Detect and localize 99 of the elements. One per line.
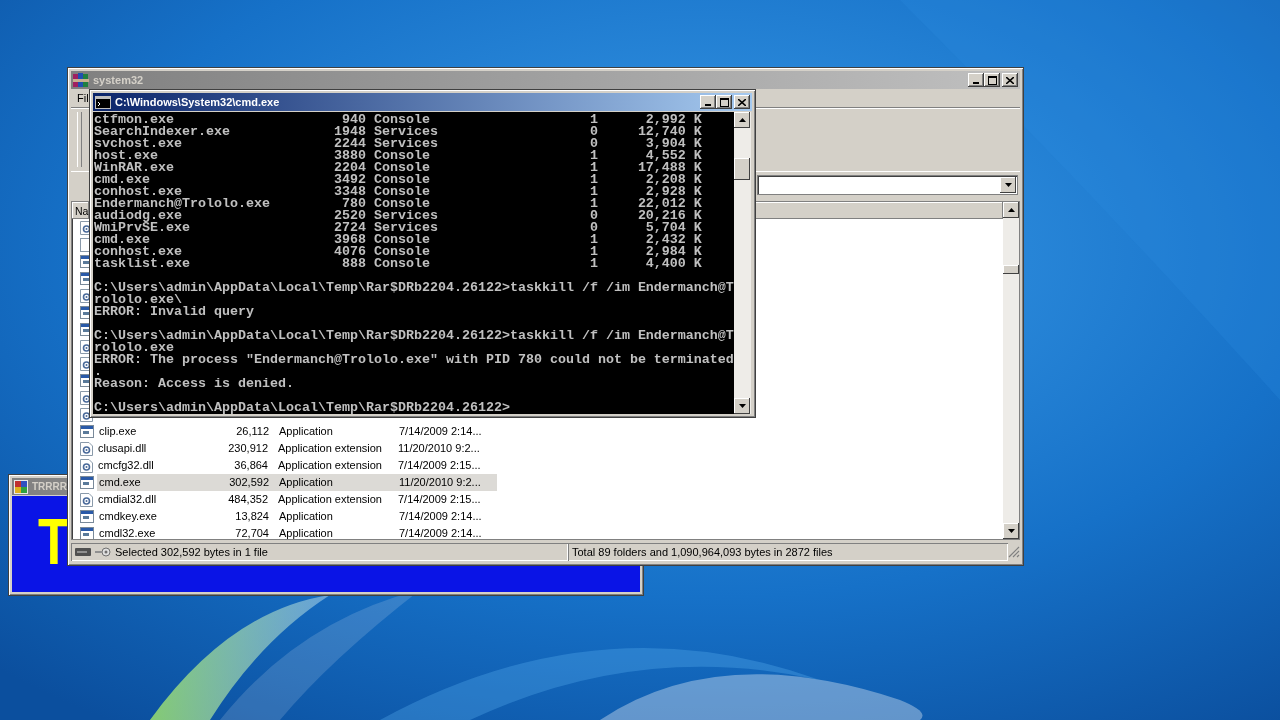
window-title: system32 [93,74,144,86]
file-row[interactable]: cmdial32.dll 484,352 Application extension 7/14/2009 2:15... [96,491,496,508]
scroll-down-button[interactable] [734,398,750,414]
file-type: Application [278,527,334,539]
dropdown-button[interactable] [1000,177,1016,193]
up-arrow-icon [1007,208,1015,212]
scroll-up-button[interactable] [734,112,750,128]
process-line: conhost.exe 3348 Console 1 2,928 K [94,186,702,198]
console-line: . [94,366,102,378]
file-name: clusapi.dll [97,442,148,455]
file-size: 13,824 [234,510,269,523]
console-line: rololo.exe [94,342,174,354]
console-line: Reason: Access is denied. [94,378,294,390]
scrollbar[interactable] [1003,202,1019,539]
file-date: 11/20/2010 9:2... [398,442,481,455]
key-icon [95,547,111,557]
console-line: C:\Users\admin\AppData\Local\Temp\Rar$DRb2204.26122> [94,402,510,414]
console-line: rololo.exe\ [94,294,182,306]
window-title: TRRRR [32,481,67,492]
gear-page-icon [80,458,93,473]
process-line: WmiPrvSE.exe 2724 Services 0 5,704 K [94,222,702,234]
console-icon [95,95,111,109]
file-date: 7/14/2009 2:15... [398,459,482,472]
file-date: 7/14/2009 2:14... [399,425,483,438]
file-name: cmcfg32.dll [97,459,155,472]
close-icon [1006,76,1014,84]
file-date: 7/14/2009 2:14... [399,510,483,523]
file-size: 484,352 [227,493,268,506]
scrollbar[interactable] [734,112,751,414]
address-field[interactable] [757,175,1018,195]
up-arrow-icon [738,118,746,122]
process-line: conhost.exe 4076 Console 1 2,984 K [94,246,702,258]
file-type: Application extension [277,493,383,506]
minimize-button[interactable] [700,95,716,109]
file-row[interactable]: clusapi.dll 230,912 Application extension 11/20/2010 9:2... [96,440,496,457]
scroll-up-button[interactable] [1003,202,1019,218]
down-arrow-icon [1007,529,1015,533]
gear-page-icon [80,441,93,456]
process-line: cmd.exe 3492 Console 1 2,208 K [94,174,702,186]
file-row[interactable]: cmcfg32.dll 36,864 Application extension 7/14/2009 2:15... [96,457,496,474]
application-icon [80,510,94,523]
gear-page-icon [80,492,93,507]
banner-text: T [38,516,70,566]
window-title: C:\Windows\System32\cmd.exe [115,96,280,108]
process-line: host.exe 3880 Console 1 4,552 K [94,150,702,162]
file-date: 7/14/2009 2:15... [398,493,482,506]
caret-icon [1004,183,1012,187]
process-line: ctfmon.exe 940 Console 1 2,992 K [94,114,702,126]
console-line: C:\Users\admin\AppData\Local\Temp\Rar$DRb2204.26122>taskkill /f /im Endermanch@T [94,282,734,294]
process-line: tasklist.exe 888 Console 1 4,400 K [94,258,702,270]
console-line: C:\Users\admin\AppData\Local\Temp\Rar$DRb2204.26122>taskkill /f /im Endermanch@T [94,330,734,342]
file-name: cmdial32.dll [97,493,158,506]
file-type: Application [278,510,334,523]
down-arrow-icon [738,404,746,408]
status-text: Selected 302,592 bytes in 1 file [115,546,268,558]
process-line: Endermanch@Trololo.exe 780 Console 1 22,012 K [94,198,702,210]
file-type: Application [278,476,334,489]
close-button[interactable] [734,95,750,109]
application-icon [80,425,94,438]
app-icon [14,479,28,494]
file-date: 7/14/2009 2:14... [399,527,483,539]
file-date: 11/20/2010 9:2... [399,476,482,489]
maximize-button[interactable] [716,95,732,109]
file-size: 230,912 [227,442,268,455]
file-type: Application extension [277,442,383,455]
console-line: ERROR: The process "Endermanch@Trololo.exe" with PID 780 could not be terminated [94,354,734,366]
file-row[interactable]: clip.exe 26,112 Application 7/14/2009 2:14... [97,423,497,440]
file-type: Application extension [277,459,383,472]
scroll-thumb[interactable] [1003,265,1019,274]
books-icon [73,72,89,88]
file-size: 302,592 [228,476,269,489]
scroll-down-button[interactable] [1003,523,1019,539]
menu-item[interactable]: Fil [75,92,91,104]
file-size: 72,704 [234,527,269,539]
drive-icon [75,548,91,556]
process-line: SearchIndexer.exe 1948 Services 0 12,740 K [94,126,702,138]
process-line: WinRAR.exe 2204 Console 1 17,488 K [94,162,702,174]
file-row[interactable]: cmdl32.exe 72,704 Application 7/14/2009 2:14... [97,525,497,539]
process-line: cmd.exe 3968 Console 1 2,432 K [94,234,702,246]
file-name: cmdl32.exe [98,527,157,539]
file-size: 26,112 [235,425,269,438]
maximize-icon [719,97,729,107]
resize-grip-icon[interactable] [1008,546,1020,558]
file-name: cmdkey.exe [98,510,158,523]
maximize-icon [987,75,997,85]
column-header[interactable]: Na [72,202,90,219]
file-size: 36,864 [233,459,268,472]
file-name: clip.exe [98,425,138,438]
close-icon [738,98,746,106]
application-icon [80,476,94,489]
console-line: ERROR: Invalid query [94,306,254,318]
file-row[interactable]: cmd.exe 302,592 Application 11/20/2010 9:2... [97,474,497,491]
process-line: audiodg.exe 2520 Services 0 20,216 K [94,210,702,222]
file-type: Application [278,425,334,438]
file-row[interactable]: cmdkey.exe 13,824 Application 7/14/2009 2:14... [97,508,497,525]
status-text: Total 89 folders and 1,090,964,093 bytes in 2872 files [572,546,833,558]
file-name: cmd.exe [98,476,142,489]
process-line: svchost.exe 2244 Services 0 3,904 K [94,138,702,150]
scroll-thumb[interactable] [734,158,750,180]
